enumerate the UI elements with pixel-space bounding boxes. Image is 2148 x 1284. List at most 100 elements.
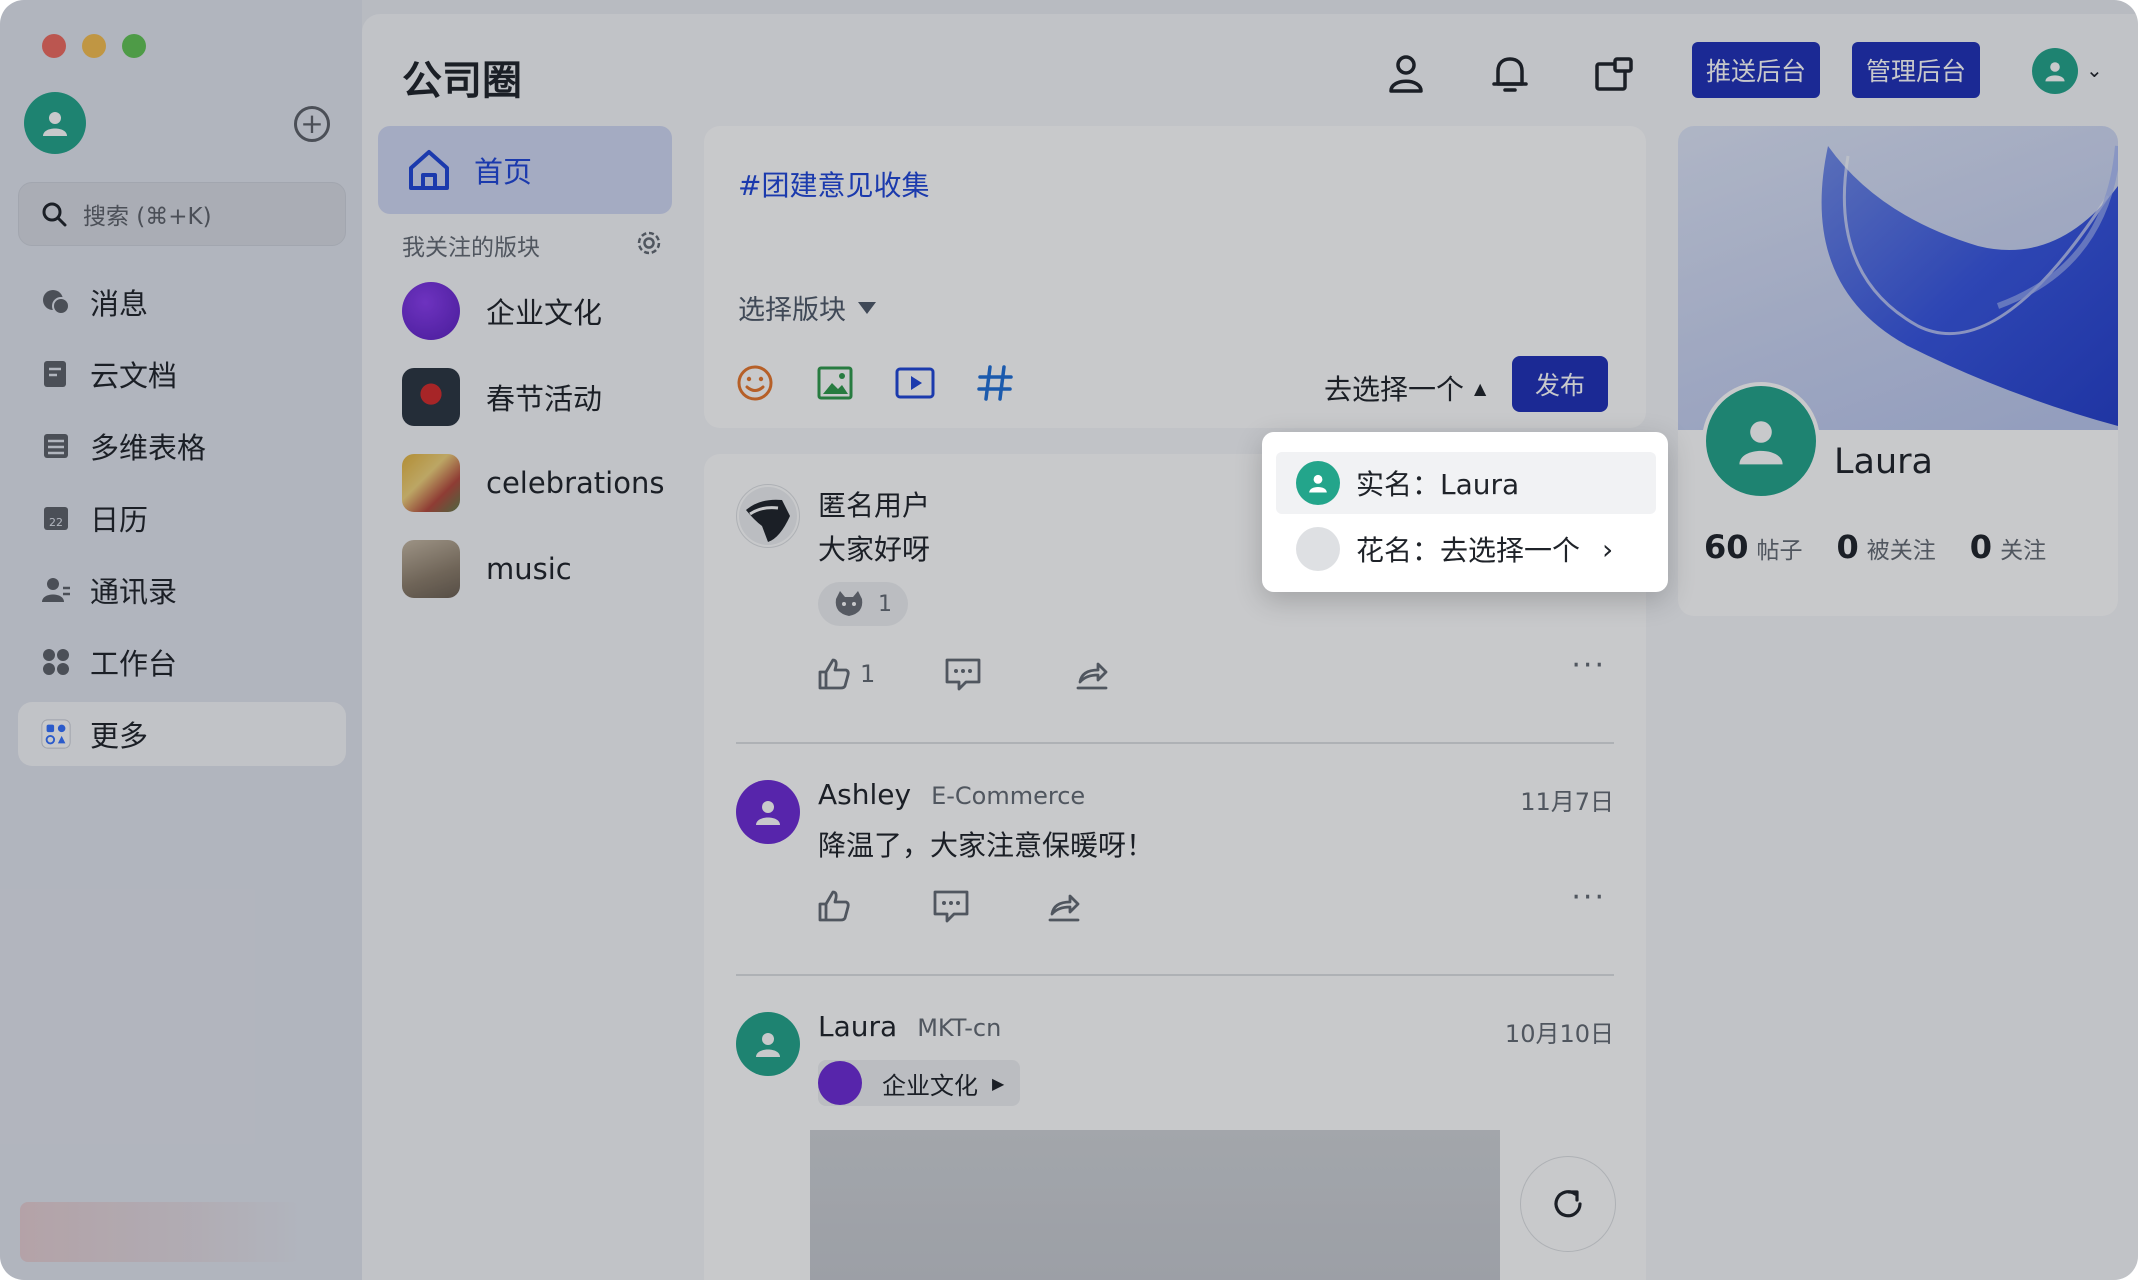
like-button[interactable] [816, 886, 852, 926]
board-thumbnail [402, 540, 460, 598]
post-text: 降温了，大家注意保暖呀！ [818, 829, 1155, 862]
comment-button[interactable] [932, 886, 970, 926]
refresh-button[interactable] [1520, 1156, 1616, 1252]
followers-count[interactable]: 0 [1837, 528, 1859, 566]
window-zoom-button[interactable] [122, 34, 146, 58]
board-chip-label: 企业文化 [882, 1071, 978, 1100]
chevron-right-icon: ▶ [992, 1073, 1005, 1093]
profile-card: Laura 60 帖子 0 被关注 0 关注 [1678, 126, 2118, 616]
add-circle-icon[interactable]: + [294, 106, 330, 142]
new-window-icon[interactable] [1590, 50, 1638, 98]
user-avatar[interactable] [2032, 48, 2078, 94]
share-button[interactable] [1046, 886, 1082, 926]
video-icon[interactable] [894, 362, 936, 404]
cat-emoji-icon [835, 591, 863, 616]
sidebar-item-label: 日历 [90, 503, 149, 537]
post-text: 大家好呀 [818, 533, 931, 566]
search-placeholder: 搜索 (⌘+K) [83, 204, 212, 230]
board-thumbnail [402, 454, 460, 512]
more-options-icon[interactable]: ··· [1571, 880, 1606, 915]
comment-icon [945, 658, 981, 691]
share-button[interactable] [1074, 654, 1110, 694]
choose-board-dropdown[interactable]: 选择版块 [738, 288, 876, 327]
sidebar-item-workplace[interactable]: 工作台 [18, 630, 346, 694]
post-author[interactable]: Ashley [818, 778, 911, 811]
followed-boards-heading: 我关注的版块 [402, 235, 540, 261]
identity-menu: 实名：Laura 花名：去选择一个 › [1262, 432, 1668, 592]
following-label: 关注 [2000, 538, 2047, 564]
post-author-line: Ashley E-Commerce [818, 778, 1085, 811]
person-icon [1739, 421, 1783, 465]
share-icon [1076, 662, 1108, 690]
sidebar-item-label: 消息 [90, 287, 149, 321]
composer-hashtag-text[interactable]: #团建意见收集 [738, 164, 929, 204]
sidebar-search[interactable]: 搜索 (⌘+K) [18, 182, 346, 246]
post-author[interactable]: 匿名用户 [818, 484, 930, 524]
identity-option-real-name[interactable]: 实名：Laura [1276, 452, 1656, 514]
sidebar-item-contacts[interactable]: 通讯录 [18, 558, 346, 622]
board-item[interactable]: 春节活动 [402, 368, 602, 426]
board-item[interactable]: celebrations [402, 454, 664, 512]
sidebar-item-messages[interactable]: 消息 [18, 270, 346, 334]
nav-home[interactable]: 首页 [378, 126, 672, 214]
like-button[interactable]: 1 [816, 654, 875, 694]
post-author-line: Laura MKT-cn [818, 1010, 1001, 1043]
person-icon [1296, 461, 1340, 505]
author-avatar[interactable] [736, 1012, 800, 1076]
manage-admin-button[interactable]: 管理后台 [1852, 42, 1980, 98]
board-item[interactable]: 企业文化 [402, 282, 602, 340]
my-avatar[interactable] [24, 92, 86, 154]
push-admin-button[interactable]: 推送后台 [1692, 42, 1820, 98]
post-board-chip[interactable]: 企业文化 ▶ [818, 1060, 1021, 1106]
profile-avatar[interactable] [1702, 382, 1820, 500]
reaction-count: 1 [878, 591, 892, 617]
anonymous-avatar[interactable] [736, 484, 800, 548]
posts-label: 帖子 [1756, 538, 1803, 564]
window-close-button[interactable] [42, 34, 66, 58]
sidebar-item-cloud-docs[interactable]: 云文档 [18, 342, 346, 406]
emoji-reaction[interactable]: 1 [818, 582, 908, 626]
sidebar-item-more[interactable]: 更多 [18, 702, 346, 766]
post-department: MKT-cn [917, 1014, 1002, 1042]
bell-icon[interactable] [1486, 50, 1534, 98]
caret-down-icon [858, 301, 876, 314]
identity-select[interactable]: 去选择一个 ▲ [1324, 368, 1486, 408]
chat-bubble-icon [40, 286, 72, 318]
post-author[interactable]: Laura [818, 1010, 897, 1043]
posts-count[interactable]: 60 [1704, 528, 1749, 566]
profile-icon[interactable] [1382, 50, 1430, 98]
sidebar-item-label: 多维表格 [90, 431, 207, 465]
publish-button[interactable]: 发布 [1512, 356, 1608, 412]
image-icon[interactable] [814, 362, 856, 404]
identity-option-nickname[interactable]: 花名：去选择一个 › [1276, 518, 1656, 580]
chevron-down-icon[interactable]: ⌄ [2086, 58, 2103, 82]
emoji-icon[interactable] [734, 362, 776, 404]
table-icon [40, 430, 72, 462]
sidebar-item-bitable[interactable]: 多维表格 [18, 414, 346, 478]
cloud-doc-icon [40, 358, 72, 390]
comment-button[interactable] [944, 654, 982, 694]
board-item[interactable]: music [402, 540, 572, 598]
blank-avatar [1296, 527, 1340, 571]
home-icon [409, 150, 449, 190]
board-label: celebrations [486, 466, 665, 500]
thumbs-up-icon [818, 890, 850, 922]
app-window: + 搜索 (⌘+K) 消息 云文档 多维表格 22 日历 通讯录 工作台 更多 … [0, 0, 2138, 1280]
more-options-icon[interactable]: ··· [1571, 648, 1606, 683]
person-icon [756, 1033, 780, 1057]
following-count[interactable]: 0 [1970, 528, 1992, 566]
sidebar-item-label: 云文档 [90, 359, 178, 393]
hashtag-icon[interactable] [974, 362, 1016, 404]
gear-icon[interactable] [634, 228, 664, 258]
svg-text:22: 22 [49, 516, 63, 529]
main-panel: 公司圈 推送后台 管理后台 ⌄ 首页 我关注的版块 企业文化 春节活动 cele… [362, 14, 2138, 1280]
window-minimize-button[interactable] [82, 34, 106, 58]
post-department: E-Commerce [931, 782, 1086, 810]
more-apps-icon [40, 718, 72, 750]
author-avatar[interactable] [736, 780, 800, 844]
nav-home-label: 首页 [474, 155, 533, 189]
post-composer[interactable]: #团建意见收集 选择版块 去选择一个 ▲ 发布 [704, 126, 1646, 428]
board-thumbnail [402, 282, 460, 340]
sidebar-item-calendar[interactable]: 22 日历 [18, 486, 346, 550]
person-icon [43, 112, 67, 136]
